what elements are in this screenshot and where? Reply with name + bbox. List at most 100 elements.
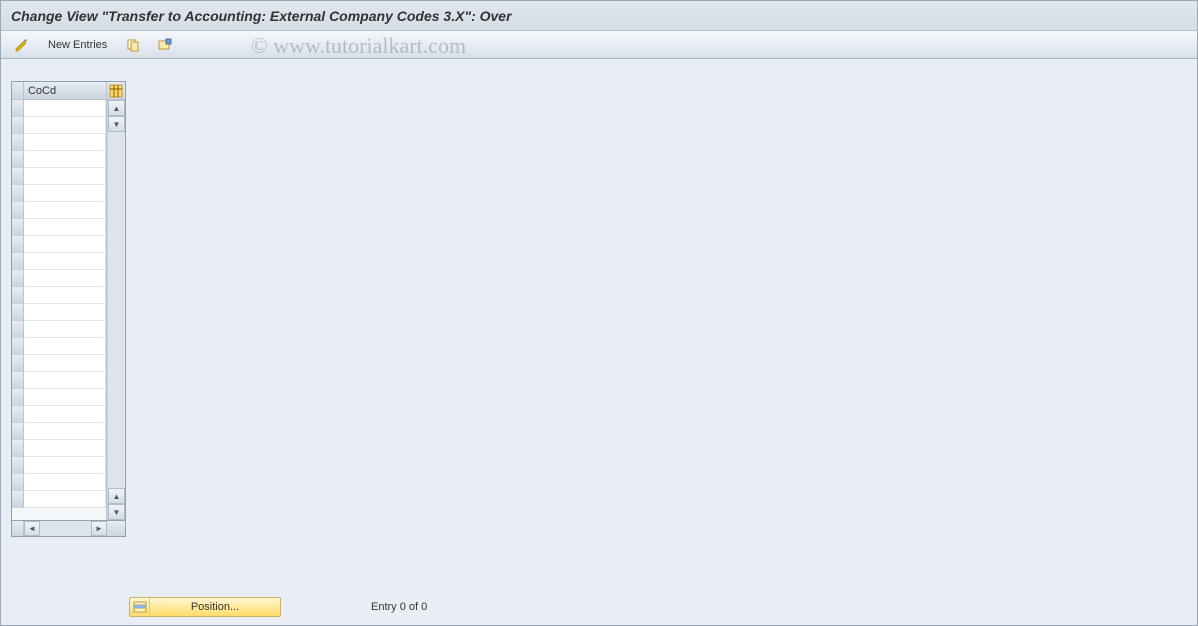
cocd-cell[interactable] (24, 457, 106, 474)
other-view-button[interactable] (9, 35, 35, 55)
cocd-input[interactable] (24, 253, 105, 269)
cocd-cell[interactable] (24, 134, 106, 151)
cocd-input[interactable] (24, 185, 105, 201)
cocd-cell[interactable] (24, 321, 106, 338)
cocd-input[interactable] (24, 423, 105, 439)
column-header-cocd[interactable]: CoCd (24, 82, 106, 100)
scroll-down-button[interactable]: ▼ (108, 504, 125, 520)
title-bar: Change View "Transfer to Accounting: Ext… (1, 1, 1197, 31)
table-row (12, 423, 106, 440)
row-selector[interactable] (12, 338, 24, 355)
row-selector[interactable] (12, 236, 24, 253)
cocd-input[interactable] (24, 117, 105, 133)
position-button[interactable]: Position... (129, 597, 281, 617)
cocd-input[interactable] (24, 491, 105, 507)
row-selector[interactable] (12, 491, 24, 508)
cocd-cell[interactable] (24, 338, 106, 355)
row-selector[interactable] (12, 100, 24, 117)
row-selector[interactable] (12, 287, 24, 304)
cocd-cell[interactable] (24, 287, 106, 304)
cocd-cell[interactable] (24, 236, 106, 253)
hscroll-track[interactable] (40, 521, 91, 536)
table-row (12, 236, 106, 253)
cocd-input[interactable] (24, 270, 105, 286)
row-selector[interactable] (12, 202, 24, 219)
cocd-input[interactable] (24, 168, 105, 184)
cocd-cell[interactable] (24, 117, 106, 134)
scroll-up-button[interactable]: ▲ (108, 100, 125, 116)
table-row (12, 117, 106, 134)
table-row (12, 372, 106, 389)
row-selector[interactable] (12, 219, 24, 236)
row-selector[interactable] (12, 457, 24, 474)
table-row (12, 100, 106, 117)
cocd-cell[interactable] (24, 185, 106, 202)
row-selector[interactable] (12, 423, 24, 440)
cocd-cell[interactable] (24, 440, 106, 457)
cocd-cell[interactable] (24, 491, 106, 508)
row-selector[interactable] (12, 321, 24, 338)
row-selector[interactable] (12, 117, 24, 134)
cocd-cell[interactable] (24, 270, 106, 287)
row-selector[interactable] (12, 440, 24, 457)
cocd-cell[interactable] (24, 168, 106, 185)
cocd-input[interactable] (24, 474, 105, 490)
cocd-input[interactable] (24, 134, 105, 150)
cocd-cell[interactable] (24, 202, 106, 219)
row-selector[interactable] (12, 474, 24, 491)
new-entries-button[interactable]: New Entries (41, 35, 114, 55)
row-selector[interactable] (12, 253, 24, 270)
table-row (12, 389, 106, 406)
cocd-cell[interactable] (24, 253, 106, 270)
cocd-input[interactable] (24, 219, 105, 235)
cocd-input[interactable] (24, 355, 105, 371)
cocd-input[interactable] (24, 321, 105, 337)
row-selector[interactable] (12, 270, 24, 287)
row-selector[interactable] (12, 406, 24, 423)
hscroll-corner (12, 521, 24, 536)
row-selector[interactable] (12, 168, 24, 185)
scroll-left-button[interactable]: ◄ (24, 521, 40, 536)
horizontal-scrollbar[interactable]: ◄ ► (24, 521, 107, 536)
row-selector[interactable] (12, 151, 24, 168)
scroll-up-step-button[interactable]: ▲ (108, 488, 125, 504)
table-row (12, 406, 106, 423)
cocd-input[interactable] (24, 304, 105, 320)
cocd-input[interactable] (24, 236, 105, 252)
table-settings-button[interactable] (107, 82, 125, 100)
row-selector[interactable] (12, 372, 24, 389)
cocd-input[interactable] (24, 100, 105, 116)
row-selector[interactable] (12, 304, 24, 321)
cocd-input[interactable] (24, 287, 105, 303)
scroll-track[interactable] (108, 132, 125, 488)
cocd-input[interactable] (24, 372, 105, 388)
cocd-cell[interactable] (24, 304, 106, 321)
cocd-input[interactable] (24, 338, 105, 354)
row-selector[interactable] (12, 134, 24, 151)
cocd-cell[interactable] (24, 423, 106, 440)
scroll-down-step-button[interactable]: ▼ (108, 116, 125, 132)
scroll-right-button[interactable]: ► (91, 521, 107, 536)
select-all-rows[interactable] (12, 82, 24, 100)
copy-as-button[interactable] (120, 35, 146, 55)
cocd-input[interactable] (24, 151, 105, 167)
cocd-input[interactable] (24, 457, 105, 473)
cocd-input[interactable] (24, 440, 105, 456)
cocd-cell[interactable] (24, 406, 106, 423)
vertical-scrollbar[interactable]: ▲ ▼ ▲ ▼ (107, 100, 125, 520)
cocd-input[interactable] (24, 406, 105, 422)
table-row (12, 355, 106, 372)
cocd-input[interactable] (24, 389, 105, 405)
cocd-input[interactable] (24, 202, 105, 218)
cocd-cell[interactable] (24, 474, 106, 491)
row-selector[interactable] (12, 185, 24, 202)
cocd-cell[interactable] (24, 355, 106, 372)
cocd-cell[interactable] (24, 100, 106, 117)
row-selector[interactable] (12, 389, 24, 406)
cocd-cell[interactable] (24, 389, 106, 406)
row-selector[interactable] (12, 355, 24, 372)
cocd-cell[interactable] (24, 219, 106, 236)
cocd-cell[interactable] (24, 372, 106, 389)
cocd-cell[interactable] (24, 151, 106, 168)
delimit-button[interactable] (152, 35, 178, 55)
